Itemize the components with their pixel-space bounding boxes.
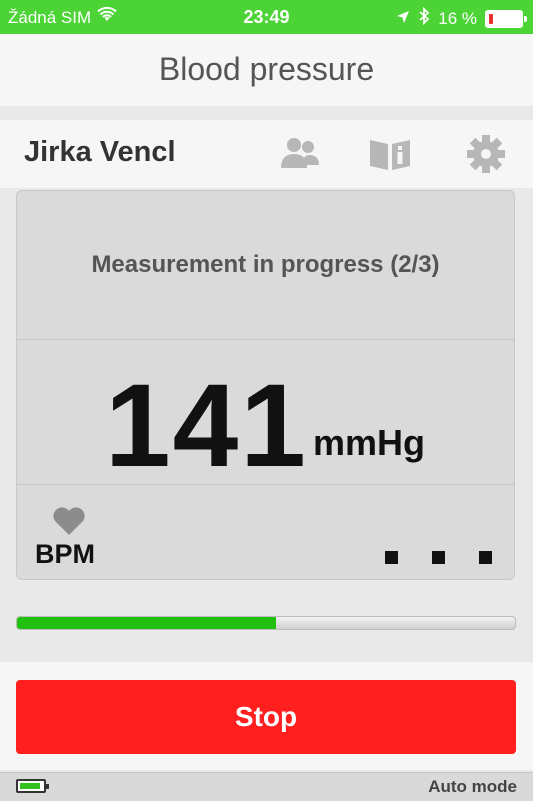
progress-fill <box>17 617 276 629</box>
measurement-status: Measurement in progress (2/3) <box>91 251 440 278</box>
action-area: Stop <box>0 662 533 770</box>
heart-icon <box>51 505 87 537</box>
location-icon <box>396 9 410 29</box>
pending-dot <box>385 551 398 564</box>
page-title: Blood pressure <box>158 51 375 87</box>
users-icon[interactable] <box>278 132 322 176</box>
title-bar: Blood pressure <box>0 34 533 106</box>
status-bar: Žádná SIM 23:49 16 % <box>0 0 533 34</box>
status-section: Measurement in progress (2/3) <box>17 191 514 340</box>
bpm-pending-indicator <box>385 551 492 564</box>
pending-dot <box>479 551 492 564</box>
mode-label: Auto mode <box>428 777 517 796</box>
user-row: Jirka Vencl <box>0 120 533 188</box>
measurement-card: Measurement in progress (2/3) 141 mmHg B… <box>16 190 515 580</box>
pressure-unit: mmHg <box>313 422 426 463</box>
measurement-progress-bar <box>16 616 516 630</box>
bpm-label: BPM <box>35 539 95 569</box>
gear-icon[interactable] <box>464 132 508 176</box>
pulse-section: BPM <box>17 485 514 579</box>
bottom-bar: Auto mode <box>0 772 533 801</box>
battery-percent: 16 % <box>438 8 477 28</box>
bluetooth-icon <box>418 6 430 30</box>
user-name: Jirka Vencl <box>24 136 176 168</box>
pressure-section: 141 mmHg <box>17 340 514 492</box>
pressure-value: 141 <box>105 360 308 492</box>
pending-dot <box>432 551 445 564</box>
battery-icon <box>485 9 527 28</box>
device-battery-icon <box>16 779 49 793</box>
stop-button[interactable]: Stop <box>16 680 516 754</box>
info-book-icon[interactable] <box>368 132 412 176</box>
